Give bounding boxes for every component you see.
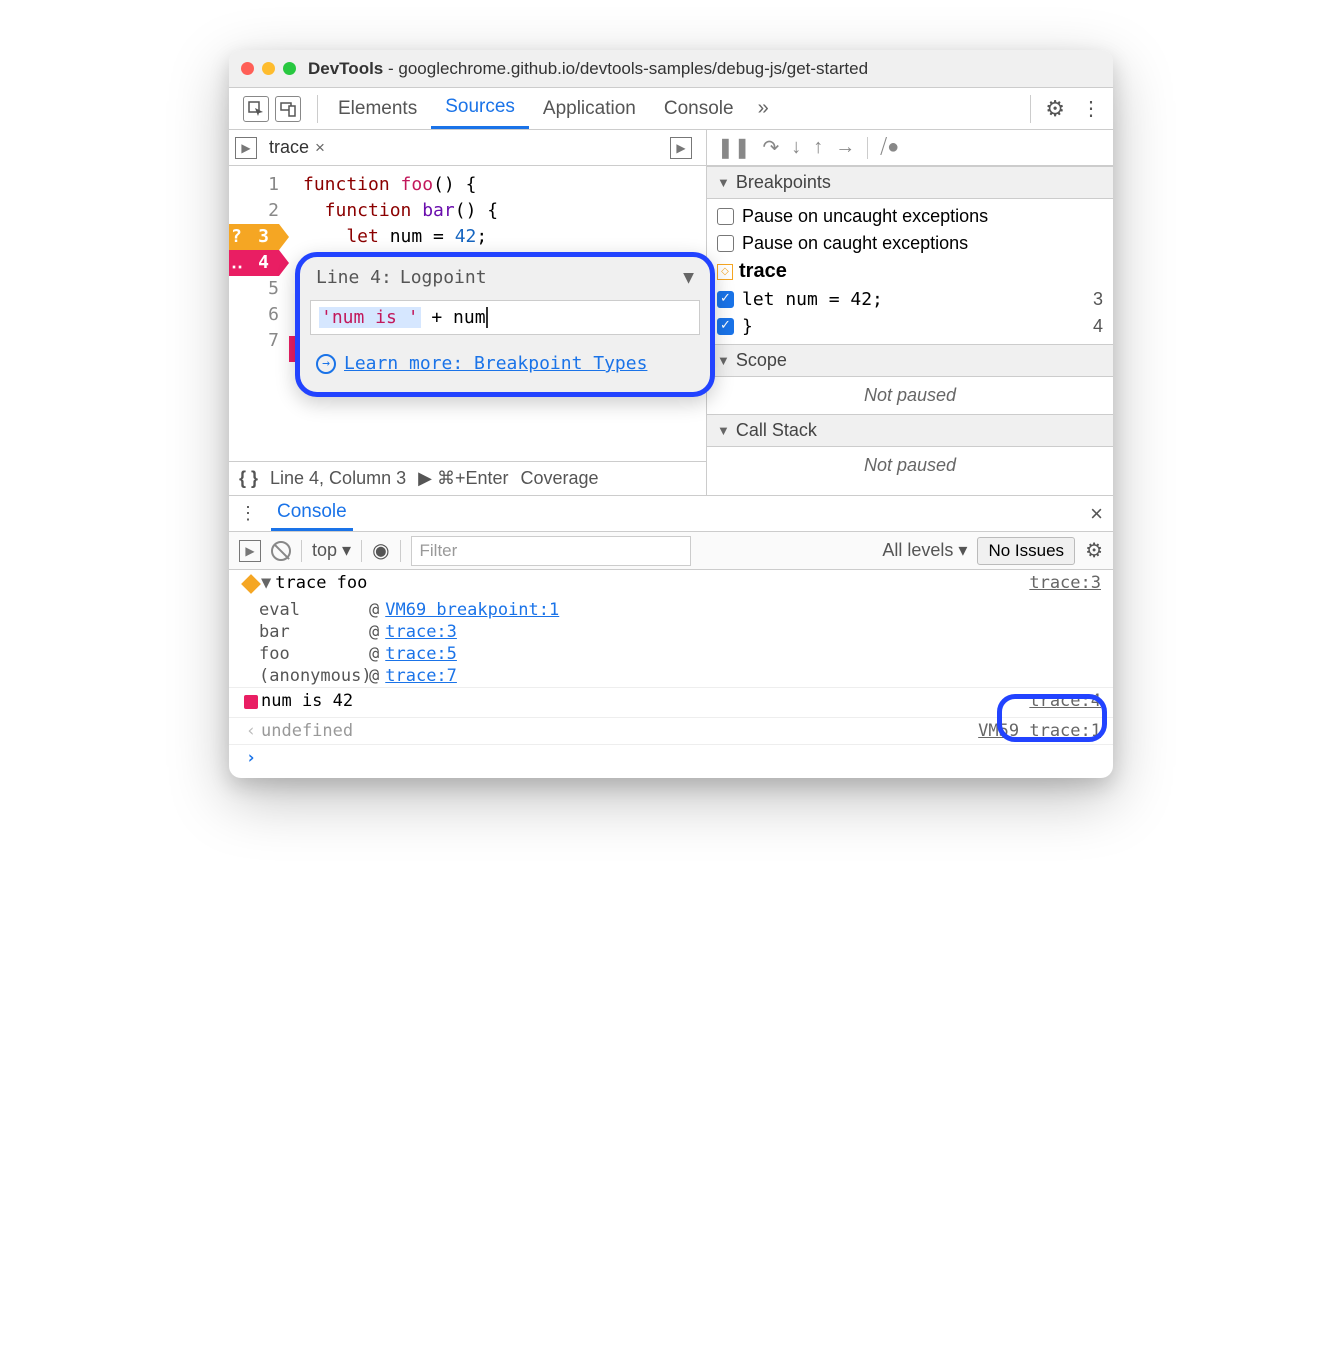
breakpoint-row[interactable]: let num = 42; 3: [707, 286, 1113, 313]
close-tab-icon[interactable]: ×: [315, 138, 325, 158]
clear-console-icon[interactable]: [271, 541, 291, 561]
console-toolbar: ▶ top ▾ ◉ Filter All levels ▾ No Issues …: [229, 532, 1113, 570]
checkbox-icon[interactable]: [717, 235, 734, 252]
console-filter-input[interactable]: Filter: [411, 536, 691, 566]
titlebar: DevTools - googlechrome.github.io/devtoo…: [229, 50, 1113, 88]
breakpoints-section-header[interactable]: ▼ Breakpoints: [707, 166, 1113, 199]
console-settings-icon[interactable]: ⚙: [1085, 538, 1103, 563]
console-log-row[interactable]: num is 42 trace:4: [229, 687, 1113, 717]
device-toggle-icon[interactable]: [275, 96, 301, 122]
source-link[interactable]: trace:4: [1029, 691, 1101, 711]
navigator-toggle-icon[interactable]: ▶: [235, 137, 257, 159]
devtools-window: DevTools - googlechrome.github.io/devtoo…: [229, 50, 1113, 778]
live-expression-icon[interactable]: ◉: [372, 538, 389, 563]
logpoint-expression-input[interactable]: 'num is ' + num: [310, 300, 700, 335]
callstack-not-paused: Not paused: [707, 447, 1113, 484]
editor-tabbar: ▶ trace × ▶: [229, 130, 706, 166]
arrow-circle-icon: →: [316, 354, 336, 374]
logpoint-marker-line-4[interactable]: ‥4: [229, 250, 279, 276]
chevron-down-icon[interactable]: ▼: [683, 267, 694, 288]
chevron-down-icon: ▼: [717, 423, 730, 438]
drawer-tabbar: ⋮ Console ×: [229, 496, 1113, 532]
kebab-menu-icon[interactable]: ⋮: [1073, 96, 1109, 121]
main-tab-strip: Elements Sources Application Console » ⚙…: [229, 88, 1113, 130]
console-sidebar-toggle-icon[interactable]: ▶: [239, 540, 261, 562]
step-button[interactable]: →: [835, 136, 855, 159]
inspect-icon[interactable]: [243, 96, 269, 122]
tab-application[interactable]: Application: [529, 88, 650, 129]
scope-not-paused: Not paused: [707, 377, 1113, 414]
more-tabs-icon[interactable]: »: [748, 97, 779, 120]
editor-statusbar: { } Line 4, Column 3 ▶ ⌘+Enter Coverage: [229, 461, 706, 495]
close-drawer-icon[interactable]: ×: [1090, 501, 1103, 527]
gear-icon[interactable]: ⚙: [1037, 96, 1073, 122]
stack-trace: eval@VM69 breakpoint:1 bar@trace:3 foo@t…: [229, 599, 1113, 687]
step-out-button[interactable]: ↑: [813, 136, 823, 159]
stack-frame[interactable]: (anonymous)@trace:7: [259, 665, 1113, 687]
deactivate-breakpoints-button[interactable]: ⧸●: [880, 136, 899, 159]
breakpoint-marker-line-3[interactable]: ?3: [229, 224, 279, 250]
log-levels-select[interactable]: All levels ▾: [882, 540, 967, 561]
callstack-section-header[interactable]: ▼ Call Stack: [707, 414, 1113, 447]
pause-uncaught-checkbox[interactable]: Pause on uncaught exceptions: [707, 203, 1113, 230]
breakpoint-type-select[interactable]: Logpoint: [400, 267, 683, 288]
close-icon[interactable]: [241, 62, 254, 75]
logpoint-icon: [244, 695, 258, 709]
pause-caught-checkbox[interactable]: Pause on caught exceptions: [707, 230, 1113, 257]
breakpoint-file-group[interactable]: ◇ trace: [707, 257, 1113, 286]
stack-frame[interactable]: eval@VM69 breakpoint:1: [259, 599, 1113, 621]
breakpoint-row[interactable]: } 4: [707, 313, 1113, 340]
tab-elements[interactable]: Elements: [324, 88, 431, 129]
source-link[interactable]: VM59 trace:1: [978, 721, 1101, 741]
stack-frame[interactable]: foo@trace:5: [259, 643, 1113, 665]
debugger-pane: ❚❚ ↷ ↓ ↑ → ⧸● ▼ Breakpoints Pause on unc…: [707, 130, 1113, 495]
window-controls: [241, 62, 296, 75]
run-snippet-hint: ▶ ⌘+Enter: [418, 468, 508, 489]
console-output: ▼ trace foo trace:3 eval@VM69 breakpoint…: [229, 570, 1113, 778]
minimize-icon[interactable]: [262, 62, 275, 75]
drawer-menu-icon[interactable]: ⋮: [239, 503, 257, 524]
chevron-down-icon: ▼: [717, 353, 730, 368]
coverage-button[interactable]: Coverage: [521, 468, 599, 489]
debugger-toggle-icon[interactable]: ▶: [670, 137, 692, 159]
debugger-toolbar: ❚❚ ↷ ↓ ↑ → ⧸●: [707, 130, 1113, 166]
warn-icon: [241, 574, 261, 594]
checkbox-icon[interactable]: [717, 318, 734, 335]
snippet-icon: ◇: [717, 264, 733, 280]
stack-frame[interactable]: bar@trace:3: [259, 621, 1113, 643]
gutter[interactable]: 1 2 ?3 ‥4 5 6 7: [229, 166, 289, 461]
tab-sources[interactable]: Sources: [431, 88, 529, 129]
pause-button[interactable]: ❚❚: [717, 135, 751, 160]
console-prompt[interactable]: ›: [229, 744, 1113, 778]
chevron-down-icon: ▼: [717, 175, 730, 190]
maximize-icon[interactable]: [283, 62, 296, 75]
sources-editor-pane: ▶ trace × ▶ 1 2 ?3 ‥4 5 6 7: [229, 130, 707, 495]
step-over-button[interactable]: ↷: [763, 135, 780, 160]
file-tab-label: trace: [269, 137, 309, 158]
cursor-position: Line 4, Column 3: [270, 468, 406, 489]
window-title: DevTools - googlechrome.github.io/devtoo…: [308, 59, 868, 79]
source-link[interactable]: trace:3: [1029, 573, 1101, 593]
console-trace-row[interactable]: ▼ trace foo trace:3: [229, 570, 1113, 599]
popover-line-label: Line 4:: [316, 267, 392, 288]
learn-more-link[interactable]: Learn more: Breakpoint Types: [344, 353, 647, 374]
checkbox-icon[interactable]: [717, 291, 734, 308]
step-into-button[interactable]: ↓: [791, 136, 801, 159]
code-editor[interactable]: 1 2 ?3 ‥4 5 6 7 function foo() { functio…: [229, 166, 706, 461]
console-return-row: ‹ undefined VM59 trace:1: [229, 717, 1113, 744]
file-tab-trace[interactable]: trace ×: [265, 137, 329, 158]
tab-console[interactable]: Console: [650, 88, 748, 129]
pretty-print-button[interactable]: { }: [239, 468, 258, 489]
issues-button[interactable]: No Issues: [977, 537, 1075, 565]
checkbox-icon[interactable]: [717, 208, 734, 225]
scope-section-header[interactable]: ▼ Scope: [707, 344, 1113, 377]
execution-context-select[interactable]: top ▾: [312, 540, 351, 561]
drawer-tab-console[interactable]: Console: [271, 496, 353, 531]
breakpoint-editor-popover: Line 4: Logpoint ▼ 'num is ' + num → Lea…: [295, 252, 715, 397]
